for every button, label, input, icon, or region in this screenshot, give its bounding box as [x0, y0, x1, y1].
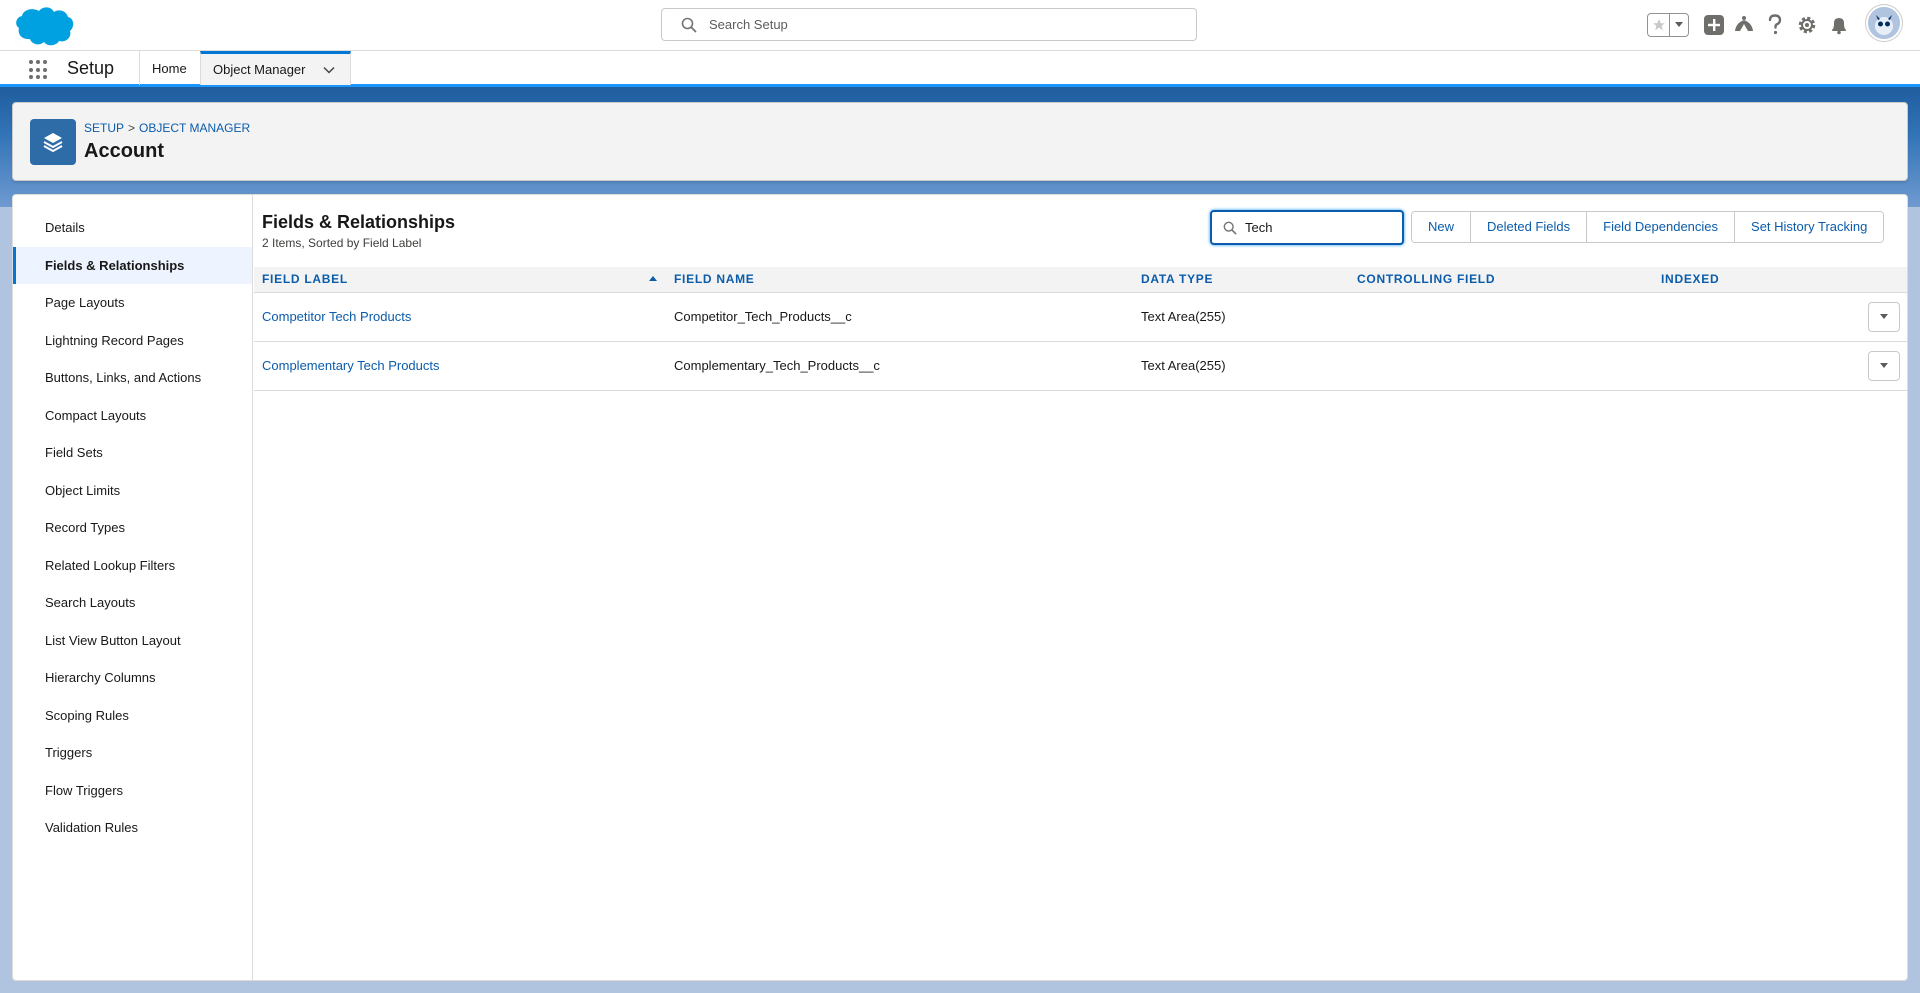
side-nav-scoping-rules[interactable]: Scoping Rules — [13, 697, 252, 735]
object-layers-icon — [30, 119, 76, 165]
field-data-type: Text Area(255) — [1133, 341, 1349, 391]
sort-ascending-icon[interactable] — [648, 274, 658, 284]
side-nav-search-layouts[interactable]: Search Layouts — [13, 584, 252, 622]
field-api-name: Competitor_Tech_Products__c — [666, 292, 1133, 342]
main-panel: Details Fields & Relationships Page Layo… — [12, 194, 1908, 981]
quick-find-box[interactable] — [1210, 210, 1404, 245]
search-icon — [1223, 221, 1237, 234]
favorites-star-icon[interactable] — [1648, 14, 1670, 36]
chevron-down-icon — [1880, 362, 1888, 368]
search-icon — [681, 17, 697, 32]
field-indexed — [1653, 341, 1843, 391]
field-controlling-field — [1349, 292, 1653, 342]
favorites-button-group — [1647, 13, 1689, 37]
table-row: Complementary Tech Products Complementar… — [254, 341, 1907, 391]
field-indexed — [1653, 292, 1843, 342]
favorites-dropdown-icon[interactable] — [1670, 14, 1688, 36]
quick-find-input[interactable] — [1245, 220, 1395, 235]
side-nav-object-limits[interactable]: Object Limits — [13, 472, 252, 510]
chevron-down-icon[interactable] — [322, 63, 336, 77]
side-nav-page-layouts[interactable]: Page Layouts — [13, 284, 252, 322]
side-nav-record-types[interactable]: Record Types — [13, 509, 252, 547]
app-launcher-icon[interactable] — [28, 59, 50, 81]
page-header: SETUP > OBJECT MANAGER Account — [12, 102, 1908, 181]
side-nav-compact-layouts[interactable]: Compact Layouts — [13, 397, 252, 435]
side-nav-triggers[interactable]: Triggers — [13, 734, 252, 772]
column-header-data-type[interactable]: DATA TYPE — [1133, 267, 1349, 293]
help-icon[interactable] — [1763, 13, 1787, 37]
row-actions-dropdown-button[interactable] — [1868, 350, 1900, 381]
setup-gear-icon[interactable] — [1795, 13, 1819, 37]
set-history-tracking-button[interactable]: Set History Tracking — [1735, 212, 1884, 242]
global-header — [0, 0, 1920, 50]
search-setup-input[interactable] — [709, 17, 1169, 32]
side-nav-fields-relationships[interactable]: Fields & Relationships — [13, 246, 252, 284]
breadcrumb: SETUP > OBJECT MANAGER — [84, 121, 250, 135]
field-controlling-field — [1349, 341, 1653, 391]
table-row: Competitor Tech Products Competitor_Tech… — [254, 292, 1907, 342]
new-button[interactable]: New — [1412, 212, 1472, 242]
field-dependencies-button[interactable]: Field Dependencies — [1587, 212, 1736, 242]
field-data-type: Text Area(255) — [1133, 292, 1349, 342]
app-name: Setup — [67, 58, 115, 78]
action-button-group: New Deleted Fields Field Dependencies Se… — [1411, 211, 1885, 243]
column-header-controlling-field[interactable]: CONTROLLING FIELD — [1349, 267, 1653, 293]
chevron-down-icon — [1880, 313, 1888, 319]
tab-home-label: Home — [152, 60, 187, 76]
breadcrumb-separator: > — [128, 121, 136, 135]
side-nav-flow-triggers[interactable]: Flow Triggers — [13, 772, 252, 810]
side-nav-buttons-links-actions[interactable]: Buttons, Links, and Actions — [13, 359, 252, 397]
field-label-link[interactable]: Competitor Tech Products — [254, 292, 666, 342]
trailhead-icon[interactable] — [1732, 13, 1756, 37]
side-nav-list-view-button-layout[interactable]: List View Button Layout — [13, 622, 252, 660]
page-title: Account — [84, 140, 164, 162]
column-header-label: FIELD LABEL — [262, 272, 348, 287]
side-nav-lightning-record-pages[interactable]: Lightning Record Pages — [13, 322, 252, 360]
tab-object-manager[interactable]: Object Manager — [200, 51, 351, 85]
global-search-box[interactable] — [661, 8, 1197, 41]
tab-home[interactable]: Home — [139, 51, 199, 85]
breadcrumb-object-manager[interactable]: OBJECT MANAGER — [139, 121, 250, 135]
section-title: Fields & Relationships — [262, 212, 456, 232]
user-avatar[interactable] — [1866, 5, 1902, 41]
tab-object-manager-label: Object Manager — [213, 62, 306, 77]
row-actions-cell — [1843, 292, 1907, 342]
column-header-actions — [1843, 267, 1907, 293]
field-label-link[interactable]: Complementary Tech Products — [254, 341, 666, 391]
side-nav-validation-rules[interactable]: Validation Rules — [13, 809, 252, 847]
side-nav-related-lookup-filters[interactable]: Related Lookup Filters — [13, 547, 252, 585]
field-api-name: Complementary_Tech_Products__c — [666, 341, 1133, 391]
fields-content: Fields & Relationships 2 Items, Sorted b… — [254, 195, 1907, 980]
breadcrumb-setup[interactable]: SETUP — [84, 121, 124, 135]
table-header-row: FIELD LABEL FIELD NAME DATA TYPE CONTROL… — [254, 267, 1907, 293]
side-nav-field-sets[interactable]: Field Sets — [13, 434, 252, 472]
column-header-field-label[interactable]: FIELD LABEL — [254, 267, 666, 293]
deleted-fields-button[interactable]: Deleted Fields — [1471, 212, 1588, 242]
object-side-nav: Details Fields & Relationships Page Layo… — [13, 195, 253, 980]
column-header-field-name[interactable]: FIELD NAME — [666, 267, 1133, 293]
salesforce-logo[interactable] — [14, 5, 74, 47]
global-actions-plus-icon[interactable] — [1702, 13, 1726, 37]
row-actions-dropdown-button[interactable] — [1868, 301, 1900, 332]
section-subtitle: 2 Items, Sorted by Field Label — [262, 236, 422, 250]
row-actions-cell — [1843, 341, 1907, 391]
context-bar: Setup Home Object Manager — [0, 50, 1920, 87]
side-nav-hierarchy-columns[interactable]: Hierarchy Columns — [13, 659, 252, 697]
notifications-bell-icon[interactable] — [1827, 13, 1851, 37]
fields-table: FIELD LABEL FIELD NAME DATA TYPE CONTROL… — [254, 267, 1907, 391]
column-header-indexed[interactable]: INDEXED — [1653, 267, 1843, 293]
side-nav-details[interactable]: Details — [13, 209, 252, 247]
